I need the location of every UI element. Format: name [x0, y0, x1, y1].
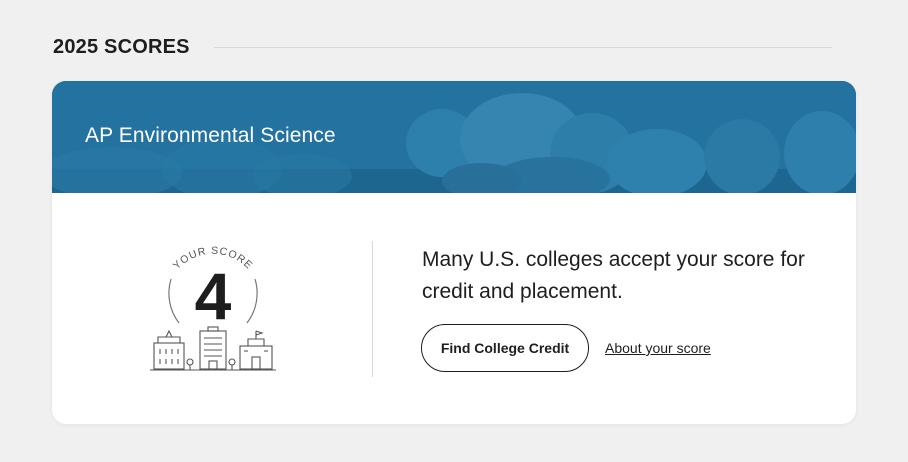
score-card-body: YOUR SCORE 4 Many U.S. colleges accept y…: [52, 193, 856, 424]
subject-banner: AP Environmental Science: [52, 81, 856, 193]
credit-message: Many U.S. colleges accept your score for…: [422, 248, 805, 303]
section-title: 2025 SCORES: [53, 35, 190, 58]
subject-title: AP Environmental Science: [85, 124, 336, 147]
section-header: 2025 SCORES: [53, 35, 832, 59]
section-divider: [213, 46, 832, 48]
find-college-credit-button[interactable]: Find College Credit: [421, 324, 589, 372]
score-card: AP Environmental Science YOUR SCORE 4 Ma…: [52, 81, 856, 424]
body-divider: [372, 241, 373, 377]
about-your-score-link[interactable]: About your score: [605, 340, 711, 356]
score-value: 4: [194, 259, 232, 333]
campus-buildings-icon: [150, 326, 276, 371]
